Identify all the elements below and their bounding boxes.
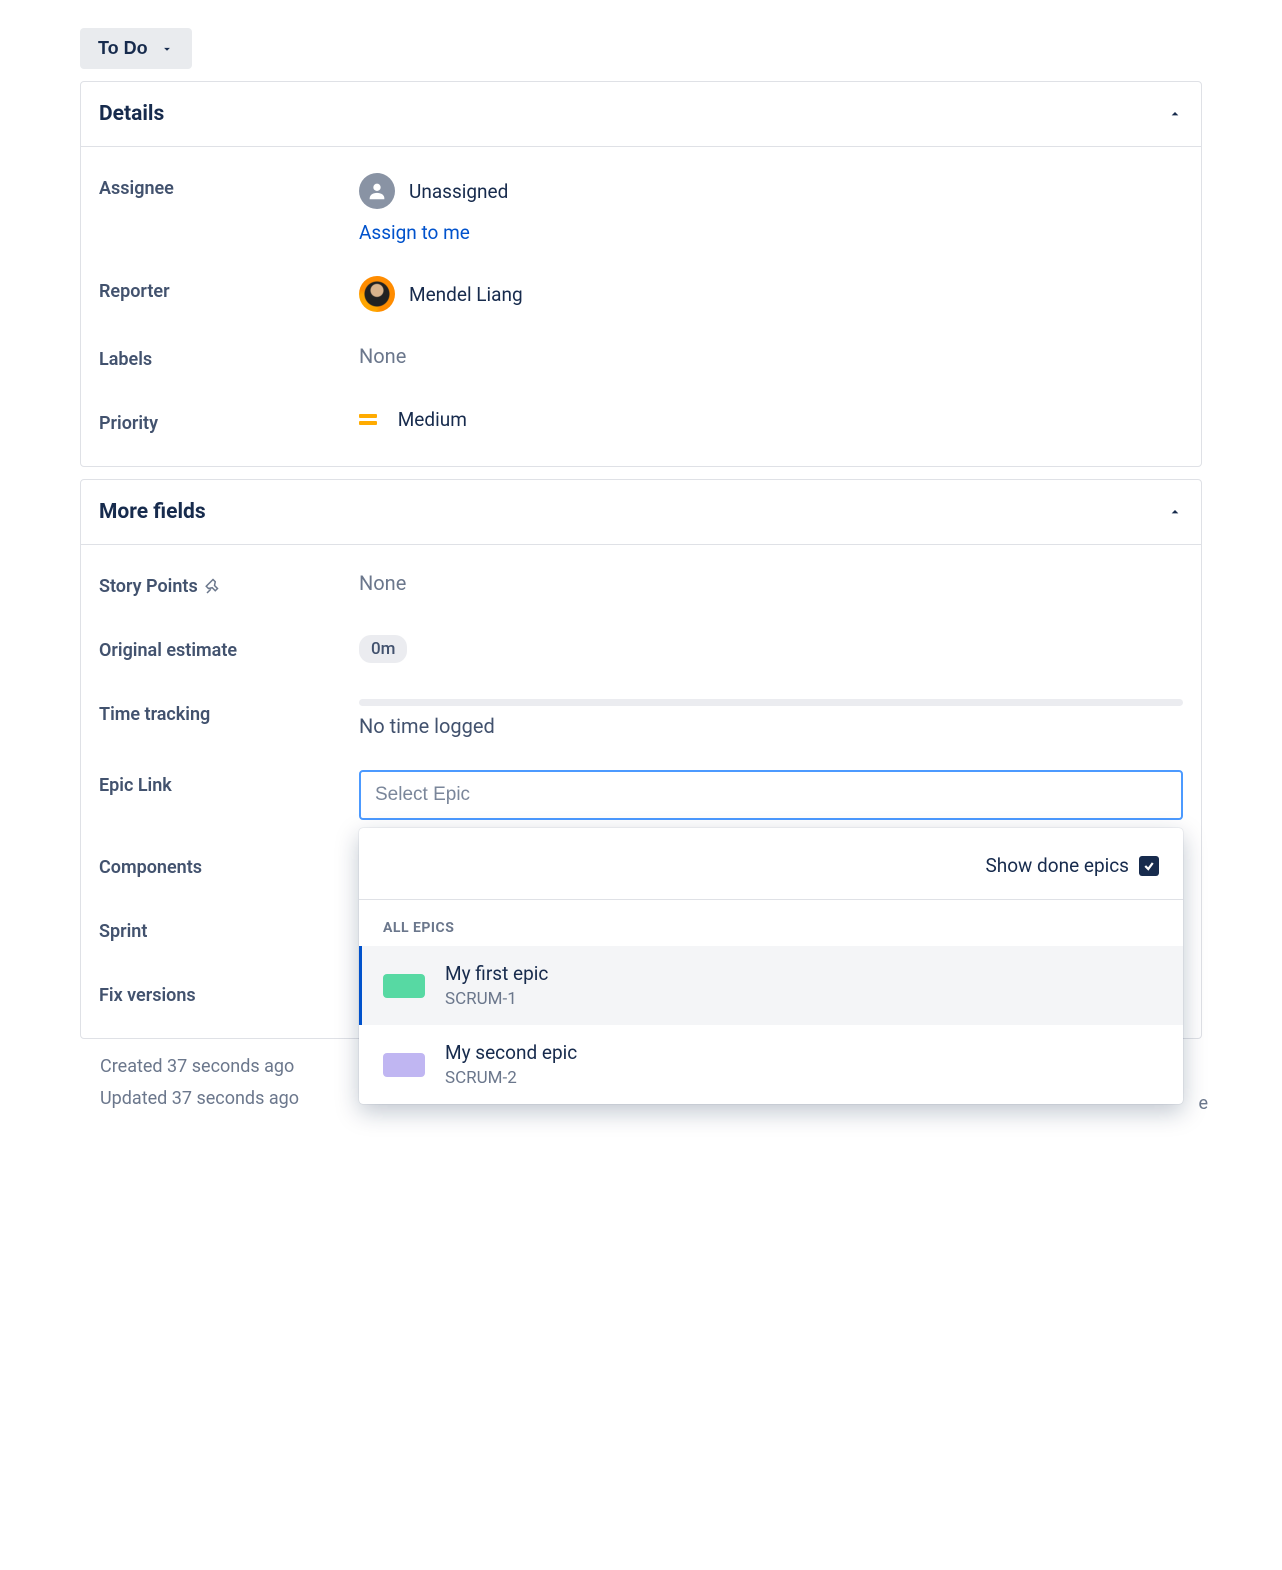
- story-points-value[interactable]: None: [359, 571, 1183, 595]
- components-label: Components: [99, 852, 359, 884]
- priority-medium-icon: [359, 414, 377, 428]
- epic-key: SCRUM-1: [445, 989, 548, 1009]
- epic-option[interactable]: My second epic SCRUM-2: [359, 1025, 1183, 1104]
- epic-link-input[interactable]: [359, 770, 1183, 820]
- assignee-name: Unassigned: [409, 180, 508, 203]
- assignee-label: Assignee: [99, 173, 359, 205]
- show-done-epics-label: Show done epics: [985, 854, 1129, 877]
- details-panel: Details Assignee Unassigned Assign to me…: [80, 81, 1202, 467]
- more-fields-panel: More fields Story Points None Original e…: [80, 479, 1202, 1039]
- more-fields-panel-header[interactable]: More fields: [81, 480, 1201, 545]
- status-label: To Do: [98, 38, 148, 59]
- assignee-row: Assignee Unassigned Assign to me: [81, 157, 1201, 260]
- show-done-epics-checkbox[interactable]: [1139, 856, 1159, 876]
- chevron-down-icon: [160, 42, 174, 56]
- labels-label: Labels: [99, 344, 359, 376]
- assignee-value[interactable]: Unassigned Assign to me: [359, 173, 1183, 244]
- status-dropdown-button[interactable]: To Do: [80, 28, 192, 69]
- priority-row: Priority Medium: [81, 392, 1201, 456]
- priority-value[interactable]: Medium: [359, 408, 1183, 431]
- epic-group-label: ALL EPICS: [359, 900, 1183, 946]
- time-tracking-row: Time tracking No time logged: [81, 683, 1201, 754]
- epic-color-swatch: [383, 1053, 425, 1077]
- reporter-label: Reporter: [99, 276, 359, 308]
- more-fields-heading: More fields: [99, 500, 206, 524]
- epic-link-row: Epic Link Show done epics ALL EPICS: [81, 754, 1201, 836]
- labels-none: None: [359, 344, 406, 368]
- reporter-value[interactable]: Mendel Liang: [359, 276, 1183, 312]
- unassigned-avatar-icon: [359, 173, 395, 209]
- fix-versions-label: Fix versions: [99, 980, 359, 1012]
- time-tracking-value[interactable]: No time logged: [359, 699, 1183, 738]
- original-estimate-row: Original estimate 0m: [81, 619, 1201, 683]
- epic-name: My second epic: [445, 1041, 577, 1064]
- epic-option[interactable]: My first epic SCRUM-1: [359, 946, 1183, 1025]
- original-estimate-label: Original estimate: [99, 635, 359, 667]
- time-tracking-text: No time logged: [359, 714, 1183, 738]
- details-panel-header[interactable]: Details: [81, 82, 1201, 147]
- configure-link-fragment[interactable]: e: [1198, 1093, 1208, 1114]
- priority-text: Medium: [398, 408, 467, 431]
- reporter-avatar: [359, 276, 395, 312]
- labels-row: Labels None: [81, 328, 1201, 392]
- estimate-lozenge: 0m: [359, 635, 407, 663]
- time-tracking-bar: [359, 699, 1183, 706]
- original-estimate-value[interactable]: 0m: [359, 635, 1183, 663]
- epic-name: My first epic: [445, 962, 548, 985]
- assign-to-me-link[interactable]: Assign to me: [359, 221, 1183, 244]
- sprint-label: Sprint: [99, 916, 359, 948]
- epic-dropdown: Show done epics ALL EPICS My first epic …: [359, 828, 1183, 1104]
- epic-key: SCRUM-2: [445, 1068, 577, 1088]
- reporter-name: Mendel Liang: [409, 283, 523, 306]
- story-points-label: Story Points: [99, 571, 359, 603]
- time-tracking-label: Time tracking: [99, 699, 359, 731]
- story-points-row: Story Points None: [81, 555, 1201, 619]
- epic-link-label: Epic Link: [99, 770, 359, 802]
- chevron-up-icon: [1167, 106, 1183, 122]
- priority-label: Priority: [99, 408, 359, 440]
- pin-icon[interactable]: [204, 578, 222, 596]
- chevron-up-icon: [1167, 504, 1183, 520]
- epic-color-swatch: [383, 974, 425, 998]
- details-heading: Details: [99, 102, 164, 126]
- labels-value[interactable]: None: [359, 344, 1183, 368]
- reporter-row: Reporter Mendel Liang: [81, 260, 1201, 328]
